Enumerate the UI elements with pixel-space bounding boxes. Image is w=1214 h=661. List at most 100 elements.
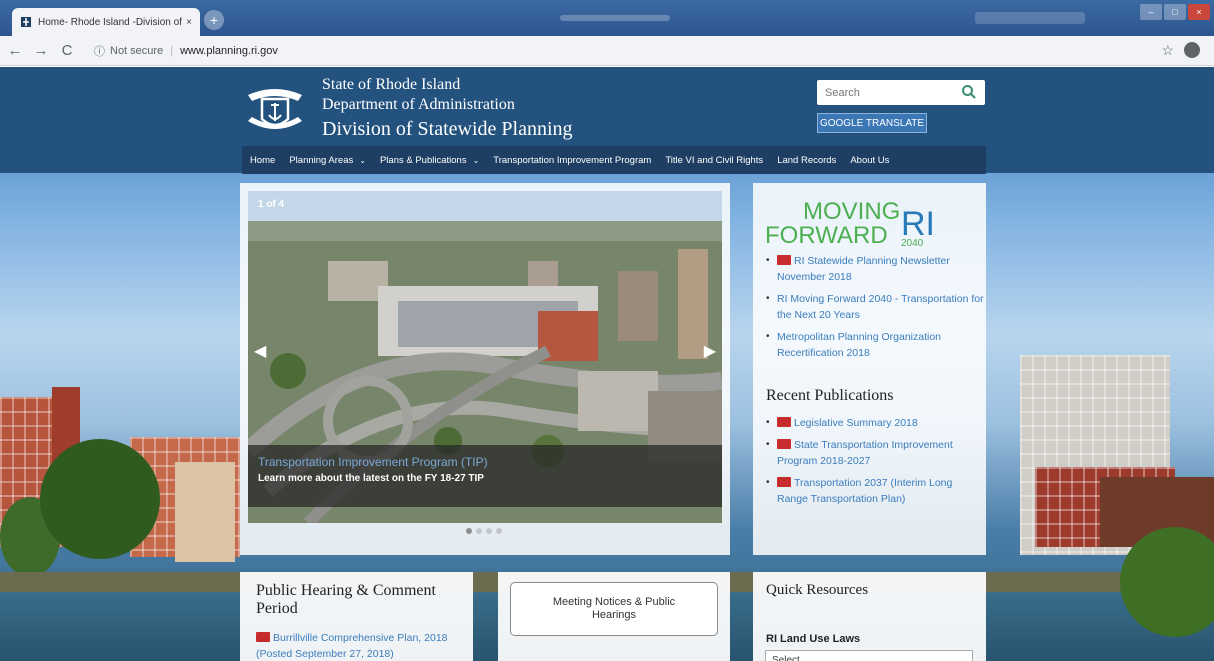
list-item[interactable]: Transportation 2037 (Interim Long Range …	[763, 475, 985, 507]
new-tab-button[interactable]: +	[204, 10, 224, 30]
back-icon[interactable]: ←	[4, 40, 26, 62]
chevron-down-icon: ⌄	[359, 155, 366, 165]
site-favicon-icon	[20, 16, 32, 28]
info-icon[interactable]: ⓘ	[94, 43, 105, 59]
search-input[interactable]	[825, 86, 955, 99]
background-tree	[40, 439, 160, 559]
google-translate-button[interactable]: GOOGLE TRANSLATE	[817, 113, 927, 133]
slide-caption-subtitle: Learn more about the latest on the FY 18…	[258, 473, 484, 484]
public-hearing-heading: Public Hearing & Comment Period	[256, 582, 436, 617]
security-label: Not secure	[110, 45, 164, 57]
featured-slider-panel: 1 of 4 ◀ ▶ Transportation Improvement Pr…	[240, 183, 730, 555]
nav-item-label: About Us	[850, 154, 890, 166]
omnibox-separator: |	[170, 45, 174, 57]
moving-forward-panel: MOVING FORWARD RI 2040 RI Statewide Plan…	[753, 183, 986, 555]
browser-tab[interactable]: Home- Rhode Island -Division of ×	[12, 8, 200, 36]
list-item-text: RI Statewide Planning Newsletter Novembe…	[777, 255, 950, 283]
land-use-laws-select[interactable]: Select	[765, 650, 973, 661]
tab-close-icon[interactable]: ×	[186, 17, 192, 28]
list-item[interactable]: RI Moving Forward 2040 - Transportation …	[763, 291, 985, 323]
pdf-icon	[777, 417, 791, 427]
minimize-button[interactable]: –	[1140, 4, 1162, 20]
nav-item-label: Home	[250, 154, 276, 166]
public-hearing-link[interactable]: Burrillville Comprehensive Plan, 2018 (P…	[256, 630, 466, 661]
quick-resources-heading: Quick Resources	[766, 582, 869, 598]
slider-next-arrow-icon[interactable]: ▶	[704, 341, 716, 361]
list-item-text: RI Moving Forward 2040 - Transportation …	[777, 293, 984, 321]
chevron-down-icon: ⌄	[472, 155, 480, 165]
list-item[interactable]: Metropolitan Planning Organization Recer…	[763, 329, 985, 361]
site-title-state: State of Rhode Island	[322, 76, 461, 93]
slide-caption-title[interactable]: Transportation Improvement Program (TIP)	[258, 455, 488, 469]
land-use-laws-label: RI Land Use Laws	[766, 633, 861, 645]
site-title-division: Division of Statewide Planning	[322, 118, 573, 140]
maximize-button[interactable]: □	[1164, 4, 1186, 20]
nav-item-label: Title VI and Civil Rights	[665, 154, 764, 166]
slide-image[interactable]: 1 of 4 ◀ ▶ Transportation Improvement Pr…	[248, 191, 722, 523]
site-title[interactable]: State of Rhode Island Department of Admi…	[322, 75, 573, 142]
url-text[interactable]: www.planning.ri.gov	[180, 45, 278, 57]
nav-item-planning-areas[interactable]: Planning Areas ⌄	[289, 155, 366, 166]
nav-item-plans-publications[interactable]: Plans & Publications ⌄	[380, 155, 479, 166]
site-search	[817, 80, 985, 105]
omnibox[interactable]: ⓘ Not secure | www.planning.ri.gov	[94, 41, 278, 61]
recent-publications-heading: Recent Publications	[766, 387, 894, 404]
pdf-icon	[256, 632, 270, 642]
tab-title: Home- Rhode Island -Division of	[38, 16, 182, 28]
list-item-text: Legislative Summary 2018	[794, 417, 918, 429]
slider-dot[interactable]	[496, 528, 502, 534]
list-item-text: Transportation 2037 (Interim Long Range …	[777, 477, 953, 505]
list-item-text: State Transportation Improvement Program…	[777, 439, 953, 467]
background-building	[175, 462, 235, 562]
list-item-text: Metropolitan Planning Organization Recer…	[777, 331, 942, 359]
main-nav: Home Planning Areas ⌄ Plans & Publications ⌄…	[242, 146, 986, 174]
pdf-icon	[777, 439, 791, 449]
slider-dot[interactable]	[486, 528, 492, 534]
nav-item-label: Plans & Publications	[379, 154, 467, 166]
pdf-icon	[777, 255, 791, 265]
nav-item-label: Transportation Improvement Program	[493, 154, 652, 166]
bookmark-star-icon[interactable]: ☆	[1161, 42, 1174, 59]
meeting-notices-button[interactable]: Meeting Notices & Public Hearings	[510, 582, 718, 636]
window-title-blurred	[560, 15, 670, 21]
slide-counter: 1 of 4	[258, 199, 285, 210]
moving-forward-list: RI Statewide Planning Newsletter Novembe…	[763, 253, 985, 367]
logo-line2-text: FORWARD	[765, 222, 888, 249]
slider-dots	[466, 528, 502, 534]
nav-item-transportation-improvement-program[interactable]: Transportation Improvement Program	[493, 155, 651, 166]
nav-item-land-records[interactable]: Land Records	[777, 155, 836, 166]
slider-prev-arrow-icon[interactable]: ◀	[254, 341, 266, 361]
pdf-icon	[777, 477, 791, 487]
forward-icon[interactable]: →	[30, 40, 52, 62]
public-hearing-link-text: Burrillville Comprehensive Plan, 2018 (P…	[256, 632, 448, 660]
web-page: State of Rhode Island Department of Admi…	[0, 67, 1214, 661]
logo-year-text: 2040	[901, 238, 924, 249]
list-item[interactable]: RI Statewide Planning Newsletter Novembe…	[763, 253, 985, 285]
meeting-notices-panel: Meeting Notices & Public Hearings	[498, 572, 730, 661]
search-icon[interactable]	[961, 84, 977, 100]
list-item[interactable]: Legislative Summary 2018	[763, 415, 985, 431]
nav-item-about-us[interactable]: About Us	[850, 155, 889, 166]
slider-dot[interactable]	[466, 528, 472, 534]
nav-item-home[interactable]: Home	[250, 155, 275, 166]
slide-caption: Transportation Improvement Program (TIP)…	[248, 445, 722, 507]
slider-dot[interactable]	[476, 528, 482, 534]
nav-item-label: Planning Areas	[289, 154, 354, 166]
nav-item-title-vi-and-civil-rights[interactable]: Title VI and Civil Rights	[665, 155, 763, 166]
profile-blurred	[975, 12, 1085, 24]
list-item[interactable]: State Transportation Improvement Program…	[763, 437, 985, 469]
address-bar: ← → C ⓘ Not secure | www.planning.ri.gov…	[0, 36, 1214, 66]
reload-icon[interactable]: C	[56, 40, 78, 62]
close-window-button[interactable]: ×	[1188, 4, 1210, 20]
logo-line1-text: MOVING	[803, 198, 900, 225]
account-icon[interactable]	[1184, 42, 1200, 58]
nav-item-label: Land Records	[777, 154, 837, 166]
browser-tabstrip: Home- Rhode Island -Division of × + – □ …	[0, 0, 1214, 36]
public-hearing-panel: Public Hearing & Comment Period Burrillv…	[240, 572, 473, 661]
quick-resources-panel: Quick Resources RI Land Use Laws Select	[753, 572, 986, 661]
site-title-department: Department of Administration	[322, 96, 515, 113]
moving-forward-logo[interactable]: MOVING FORWARD RI 2040	[765, 197, 955, 249]
recent-publications-list: Legislative Summary 2018 State Transporta…	[763, 415, 985, 513]
window-controls: – □ ×	[1140, 4, 1210, 20]
state-seal-logo[interactable]	[244, 81, 306, 139]
